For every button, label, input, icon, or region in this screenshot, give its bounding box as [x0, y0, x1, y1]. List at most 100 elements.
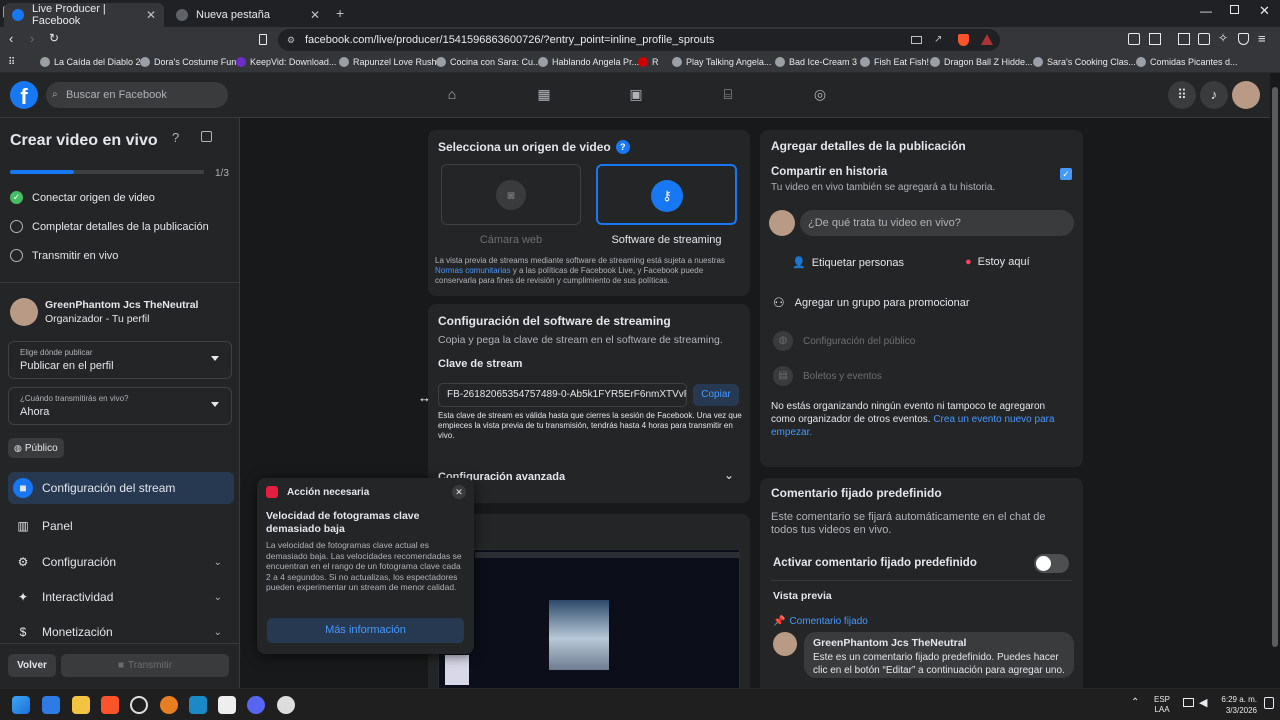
windows-start-icon[interactable] — [12, 696, 30, 714]
menu-stream-settings[interactable]: ■ Configuración del stream — [8, 472, 234, 504]
new-tab-icon[interactable]: + — [336, 5, 344, 21]
reels-icon[interactable]: ▣ — [627, 86, 645, 104]
tab-live-producer[interactable]: Live Producer | Facebook ✕ — [4, 3, 164, 27]
bookmark-item[interactable]: Dora's Costume Fun — [140, 57, 236, 67]
help-icon[interactable]: ? — [172, 130, 179, 145]
check-in-button[interactable]: ● Estoy aquí — [965, 256, 1030, 268]
pinned-comment-toggle[interactable] — [1034, 554, 1069, 573]
menu-dashboard[interactable]: ▥ Panel — [8, 510, 234, 542]
where-to-post-select[interactable]: Elige dónde publicar Publicar en el perf… — [8, 341, 232, 379]
app-icon[interactable] — [218, 696, 236, 714]
volume-icon[interactable]: ◀ — [1199, 696, 1207, 709]
menu-icon[interactable]: ≡ — [1258, 31, 1266, 46]
back-icon[interactable]: ‹ — [9, 31, 13, 46]
streaming-software-option[interactable]: ⚷ — [596, 164, 737, 225]
brave-browser-icon[interactable] — [101, 696, 119, 714]
apps-icon[interactable]: ⠿ — [8, 57, 15, 68]
close-popup-icon[interactable]: ✕ — [452, 485, 466, 499]
app-icon[interactable] — [130, 696, 148, 714]
bookmark-item[interactable]: Comidas Picantes d... — [1136, 57, 1238, 67]
more-info-button[interactable]: Más información — [267, 618, 464, 643]
obs-icon[interactable] — [277, 696, 295, 714]
rewards-icon[interactable] — [981, 34, 993, 45]
wallet-icon[interactable] — [1198, 33, 1210, 45]
audience-settings-button[interactable]: ◍ Configuración del público — [773, 331, 915, 351]
bookmark-item[interactable]: Rapunzel Love Rush — [339, 57, 437, 67]
close-tab-icon[interactable]: ✕ — [310, 8, 320, 22]
bookmark-item[interactable]: Bad Ice-Cream 3 — [775, 57, 857, 67]
app-icon[interactable] — [160, 696, 178, 714]
back-button[interactable]: Volver — [8, 654, 56, 677]
notifications-icon[interactable]: ♪ — [1200, 81, 1228, 109]
widgets-icon[interactable] — [42, 696, 60, 714]
bookmark-page-icon[interactable] — [259, 34, 267, 45]
network-icon[interactable] — [1183, 698, 1194, 707]
leo-icon[interactable]: ✧ — [1218, 31, 1228, 45]
search-input[interactable]: ⌕ Buscar en Facebook — [46, 82, 228, 108]
bookmark-item[interactable]: R — [638, 57, 659, 67]
notification-icon[interactable] — [1264, 697, 1274, 709]
go-live-button[interactable]: ■ Transmitir — [61, 654, 229, 677]
tab-new-tab[interactable]: Nueva pestaña ✕ — [168, 3, 328, 27]
reload-icon[interactable]: ↻ — [49, 31, 59, 45]
menu-settings[interactable]: ⚙ Configuración ⌄ — [8, 546, 234, 578]
address-bar[interactable]: ⚙ facebook.com/live/producer/15415968636… — [278, 29, 1000, 51]
tab-search-icon[interactable] — [1149, 33, 1161, 45]
clock[interactable]: 6:29 a. m. 3/3/2026 — [1213, 694, 1257, 716]
cast-icon[interactable] — [911, 36, 922, 44]
share-story-checkbox[interactable]: ✓ — [1060, 168, 1072, 180]
bookmark-item[interactable]: Fish Eat Fish! — [860, 57, 929, 67]
step-complete-details[interactable]: Completar detalles de la publicación — [10, 220, 209, 233]
forward-icon[interactable]: › — [30, 31, 34, 46]
avatar[interactable] — [1232, 81, 1260, 109]
scrollbar-thumb[interactable] — [1272, 87, 1278, 647]
bookmark-item[interactable]: Cocina con Sara: Cu... — [436, 57, 541, 67]
collapse-sidebar-icon[interactable] — [201, 131, 212, 142]
gaming-icon[interactable]: ◎ — [811, 86, 829, 104]
vpn-icon[interactable] — [1238, 33, 1249, 45]
bookmark-item[interactable]: Sara's Cooking Clas... — [1033, 57, 1136, 67]
bookmark-item[interactable]: Dragon Ball Z Hidde... — [930, 57, 1033, 67]
bookmark-item[interactable]: Hablando Angela Pr... — [538, 57, 639, 67]
bookmark-item[interactable]: KeepVid: Download... — [236, 57, 336, 67]
page-scrollbar[interactable] — [1270, 73, 1280, 688]
marketplace-icon[interactable]: ⌸ — [719, 86, 737, 104]
step-go-live[interactable]: Transmitir en vivo — [10, 249, 118, 262]
facebook-logo-icon[interactable]: f — [10, 81, 38, 109]
bookmark-favicon-icon — [436, 57, 446, 67]
close-tab-icon[interactable]: ✕ — [146, 8, 156, 22]
community-standards-link[interactable]: Normas comunitarias — [435, 266, 511, 275]
site-info-icon[interactable]: ⚙ — [287, 29, 295, 51]
file-explorer-icon[interactable] — [72, 696, 90, 714]
video-icon[interactable]: ▦ — [535, 86, 553, 104]
home-icon[interactable]: ⌂ — [443, 86, 461, 104]
minimize-icon[interactable]: — — [1200, 4, 1212, 18]
brave-shield-icon[interactable] — [958, 34, 969, 46]
copy-button[interactable]: Copiar — [693, 384, 739, 406]
sidebar-toggle-icon[interactable] — [1178, 33, 1190, 45]
step-connect-source[interactable]: ✓ Conectar origen de video — [10, 191, 155, 204]
chevron-down-icon[interactable]: ⌄ — [724, 468, 734, 482]
share-icon[interactable]: ↗ — [934, 29, 942, 51]
details-title: Agregar detalles de la publicación — [771, 139, 966, 153]
close-window-icon[interactable]: ✕ — [1259, 3, 1270, 19]
app-icon[interactable] — [189, 696, 207, 714]
maximize-icon[interactable] — [1230, 5, 1239, 14]
menu-grid-icon[interactable]: ⠿ — [1168, 81, 1196, 109]
add-group-button[interactable]: ⚇ Agregar un grupo para promocionar — [773, 295, 970, 311]
extensions-icon[interactable] — [1128, 33, 1140, 45]
discord-icon[interactable] — [247, 696, 265, 714]
when-to-stream-select[interactable]: ¿Cuándo transmitirás en vivo? Ahora — [8, 387, 232, 425]
help-icon[interactable]: ? — [615, 140, 630, 154]
stream-key-field[interactable]: FB-26182065354757489-0-Ab5k1FYR5ErF6nmXT… — [438, 383, 687, 407]
bookmark-item[interactable]: Play Talking Angela... — [672, 57, 771, 67]
tag-people-button[interactable]: 👤 Etiquetar personas — [792, 256, 904, 270]
post-description-input[interactable]: ¿De qué trata tu video en vivo? — [800, 210, 1074, 236]
menu-interactivity[interactable]: ✦ Interactividad ⌄ — [8, 581, 234, 613]
audience-button[interactable]: ◍ Público — [8, 438, 64, 458]
webcam-option[interactable]: ◙ — [441, 164, 581, 225]
language-indicator[interactable]: ESP LAA — [1154, 695, 1170, 715]
tickets-events-button[interactable]: ▤ Boletos y eventos — [773, 366, 882, 386]
tray-expand-icon[interactable]: ⌃ — [1131, 697, 1139, 708]
bookmark-item[interactable]: La Caída del Diablo 2 — [40, 57, 141, 67]
